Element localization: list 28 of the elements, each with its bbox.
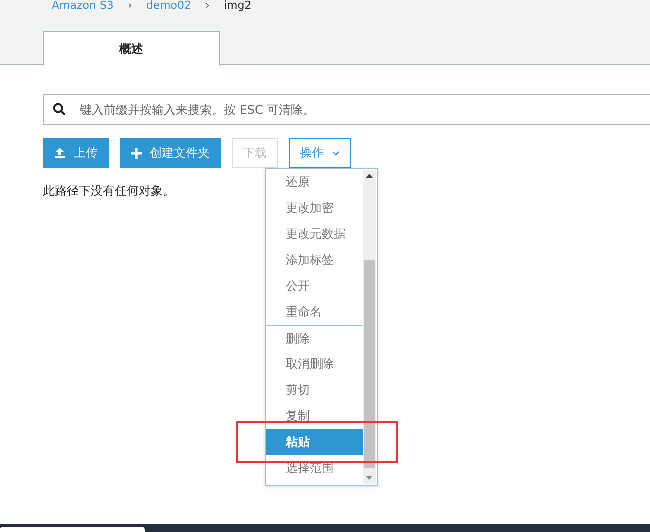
dropdown-button[interactable]: 操作: [289, 138, 351, 168]
scroll-down-icon[interactable]: [366, 476, 373, 480]
upload-button[interactable]: 上传: [43, 138, 109, 168]
plus-icon: [131, 148, 142, 158]
breadcrumb-link[interactable]: Amazon S3: [52, 0, 114, 11]
menu-item[interactable]: 添加标签: [266, 247, 363, 273]
menu-item[interactable]: 取消删除: [266, 351, 363, 377]
breadcrumb-link[interactable]: demo02: [146, 0, 192, 11]
scroll-up-icon[interactable]: [366, 174, 373, 178]
create-folder-button[interactable]: 创建文件夹: [120, 138, 221, 168]
menu-item[interactable]: 公开: [266, 273, 363, 299]
scrollbar-thumb[interactable]: [364, 260, 375, 468]
breadcrumb-current: img2: [224, 0, 252, 11]
empty-message: 此路径下没有任何对象。: [43, 183, 175, 200]
scrollbar[interactable]: [363, 170, 376, 484]
menu-item[interactable]: 更改元数据: [266, 221, 363, 247]
chevron-down-icon: [332, 150, 340, 156]
menu-item[interactable]: 剪切: [266, 377, 363, 403]
menu-item[interactable]: 更改加密: [266, 195, 363, 221]
menu-item[interactable]: 还原: [266, 169, 363, 195]
tab[interactable]: 概述: [43, 31, 220, 66]
menu-item[interactable]: 重命名: [266, 299, 363, 325]
menu-item[interactable]: 复制: [266, 403, 363, 429]
breadcrumb-separator: ›: [128, 0, 132, 11]
breadcrumb-separator: ›: [206, 0, 210, 11]
menu-item[interactable]: 粘贴: [266, 429, 363, 455]
search-field[interactable]: 键入前缀并按输入来搜索。按 ESC 可清除。: [43, 94, 650, 125]
upload-icon: [54, 147, 66, 159]
